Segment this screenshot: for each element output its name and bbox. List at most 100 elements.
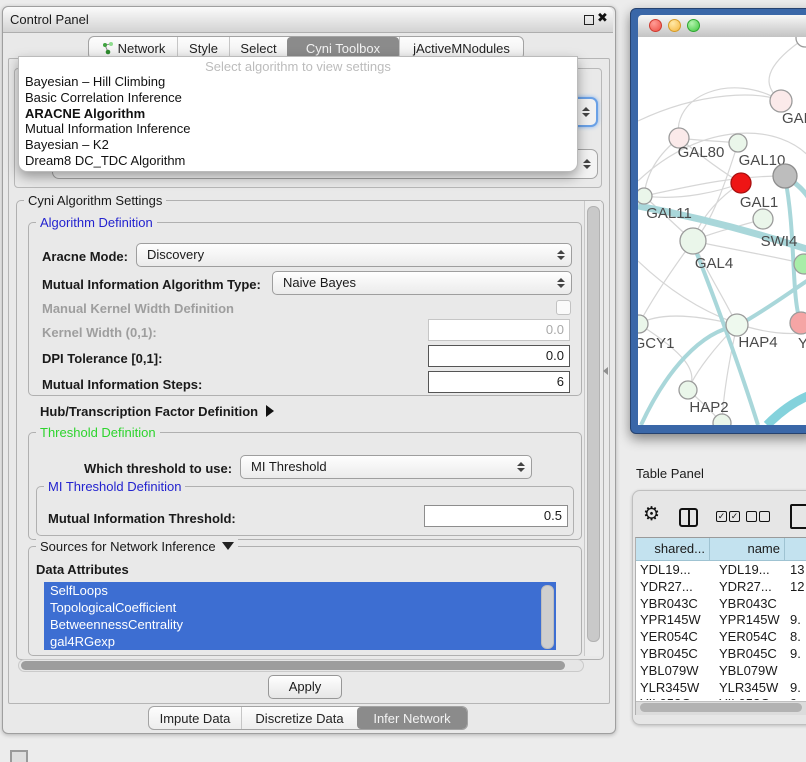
sources-group-title[interactable]: Sources for Network Inference: [36, 539, 238, 554]
mi-threshold-definition-title: MI Threshold Definition: [44, 479, 185, 494]
select-all-checkbox-icon[interactable]: ✓: [729, 511, 740, 522]
document-icon[interactable]: [790, 504, 806, 529]
algorithm-option[interactable]: Bayesian – K2: [23, 137, 573, 153]
table-row[interactable]: YPR145WYPR145W9.: [636, 612, 806, 629]
table-row[interactable]: YBR043CYBR043C: [636, 596, 806, 613]
zoom-traffic-light-icon[interactable]: [687, 19, 700, 32]
network-node[interactable]: [731, 173, 751, 193]
network-node[interactable]: [638, 188, 652, 204]
panel-divider-handle[interactable]: [603, 367, 608, 375]
table-row[interactable]: YLR345WYLR345W9.: [636, 680, 806, 697]
gear-icon[interactable]: ⚙: [643, 503, 660, 526]
panel-title: Control Panel: [10, 12, 89, 27]
bottom-tabs: Impute Data Discretize Data Infer Networ…: [148, 706, 468, 730]
table-cell: YPR145W: [719, 612, 780, 629]
table-row[interactable]: YBR045CYBR045C9.: [636, 646, 806, 663]
network-window-titlebar[interactable]: [638, 15, 806, 38]
tab-impute-data[interactable]: Impute Data: [149, 707, 241, 729]
table-cell: 8.: [790, 629, 801, 646]
table-cell: YBL079W: [640, 663, 699, 680]
table-row[interactable]: YER054C YER054C 8.: [636, 629, 806, 646]
combo-arrows-icon: [517, 462, 524, 472]
clear-checkbox-icon[interactable]: [746, 511, 757, 522]
network-view-window[interactable]: GALGAL80GAL10GAL1SWI4GAL11GAL4GCY1HAP4YH…: [630, 8, 806, 434]
table-cell: YDL19...: [640, 562, 691, 579]
hub-section-toggle[interactable]: Hub/Transcription Factor Definition: [40, 404, 274, 419]
kernel-width-field[interactable]: 0.0: [428, 319, 570, 341]
data-attribute-item[interactable]: gal4RGexp: [44, 633, 556, 650]
algorithm-option[interactable]: ARACNE Algorithm: [23, 106, 573, 122]
column-header[interactable]: shared...: [636, 538, 710, 561]
table-cell: YBR045C: [719, 646, 777, 663]
select-all-checkbox-icon[interactable]: ✓: [716, 511, 727, 522]
table-cell: YER054C: [719, 629, 777, 646]
table-cell: YLR345W: [719, 680, 778, 697]
table-cell: YER054C: [640, 629, 698, 646]
which-threshold-combobox[interactable]: MI Threshold: [240, 455, 532, 479]
node-label: HAP4: [738, 334, 777, 351]
expand-right-icon[interactable]: [266, 405, 274, 417]
tab-label: Select: [240, 41, 276, 56]
algorithm-option[interactable]: Mutual Information Inference: [23, 121, 573, 137]
network-node[interactable]: [770, 90, 792, 112]
network-node[interactable]: [726, 314, 748, 336]
settings-horizontal-scrollbar-thumb[interactable]: [21, 661, 565, 670]
table-row[interactable]: YIL052CYIL052C9: [636, 696, 806, 700]
network-node[interactable]: [638, 315, 648, 333]
hub-section-label: Hub/Transcription Factor Definition: [40, 404, 258, 419]
table-cell: YBL079W: [719, 663, 778, 680]
columns-icon[interactable]: [679, 508, 698, 527]
table-cell: YIL052C: [719, 696, 770, 700]
table-cell: YDR27...: [640, 579, 693, 596]
tab-discretize-data[interactable]: Discretize Data: [241, 707, 357, 729]
algorithm-option[interactable]: Bayesian – Hill Climbing: [23, 74, 573, 90]
algorithm-option[interactable]: Basic Correlation Inference: [23, 90, 573, 106]
network-node[interactable]: [679, 381, 697, 399]
network-node[interactable]: [753, 209, 773, 229]
table-row[interactable]: YDL19...YDL19...13: [636, 562, 806, 579]
tab-label: Style: [189, 41, 218, 56]
column-header[interactable]: name: [710, 538, 785, 561]
tab-label: Impute Data: [160, 711, 231, 726]
manual-kernel-checkbox[interactable]: [556, 300, 571, 315]
network-canvas[interactable]: GALGAL80GAL10GAL1SWI4GAL11GAL4GCY1HAP4YH…: [638, 37, 806, 425]
dpi-tolerance-field[interactable]: 0.0: [428, 345, 570, 367]
close-icon[interactable]: ✖: [597, 10, 608, 26]
table-horizontal-scrollbar-thumb[interactable]: [640, 703, 802, 712]
algorithm-options-list: Bayesian – Hill ClimbingBasic Correlatio…: [23, 74, 573, 169]
clear-checkbox-icon[interactable]: [759, 511, 770, 522]
collapse-down-icon[interactable]: [222, 542, 234, 550]
network-node[interactable]: [773, 164, 797, 188]
mi-threshold-field[interactable]: 0.5: [424, 505, 568, 527]
tab-infer-network[interactable]: Infer Network: [357, 707, 467, 729]
column-header[interactable]: [785, 538, 806, 561]
docked-panel-icon[interactable]: [10, 750, 28, 762]
network-node[interactable]: [680, 228, 706, 254]
application-root: Control Panel ✖ Network Style Select Cyn…: [0, 0, 806, 762]
apply-button[interactable]: Apply: [268, 675, 342, 699]
mi-steps-field[interactable]: 6: [428, 371, 570, 393]
close-traffic-light-icon[interactable]: [649, 19, 662, 32]
data-attribute-item[interactable]: SelfLoops: [44, 582, 556, 599]
control-panel-titlebar[interactable]: [3, 7, 613, 33]
table-cell: 12: [790, 579, 804, 596]
aracne-mode-combobox[interactable]: Discovery: [136, 243, 572, 267]
settings-vertical-scrollbar-thumb[interactable]: [587, 206, 600, 642]
network-node[interactable]: [729, 134, 747, 152]
table-cell: 9.: [790, 612, 801, 629]
mi-threshold-label: Mutual Information Threshold:: [48, 511, 236, 526]
table-row[interactable]: YDR27...YDR27...12: [636, 579, 806, 596]
table-cell: 9: [790, 696, 797, 700]
network-node[interactable]: [790, 312, 806, 334]
node-label: GAL4: [695, 255, 733, 272]
table-row[interactable]: YBL079W YBL079W: [636, 663, 806, 680]
node-label: GAL1: [740, 194, 778, 211]
mi-type-combobox[interactable]: Naive Bayes: [272, 271, 572, 295]
data-attribute-item[interactable]: BetweennessCentrality: [44, 616, 556, 633]
minimize-traffic-light-icon[interactable]: [668, 19, 681, 32]
algorithm-option[interactable]: Dream8 DC_TDC Algorithm: [23, 153, 573, 169]
attributes-scrollbar-thumb[interactable]: [541, 585, 554, 649]
data-attribute-item[interactable]: TopologicalCoefficient: [44, 599, 556, 616]
network-node[interactable]: [796, 37, 806, 47]
float-window-icon[interactable]: [584, 15, 594, 25]
